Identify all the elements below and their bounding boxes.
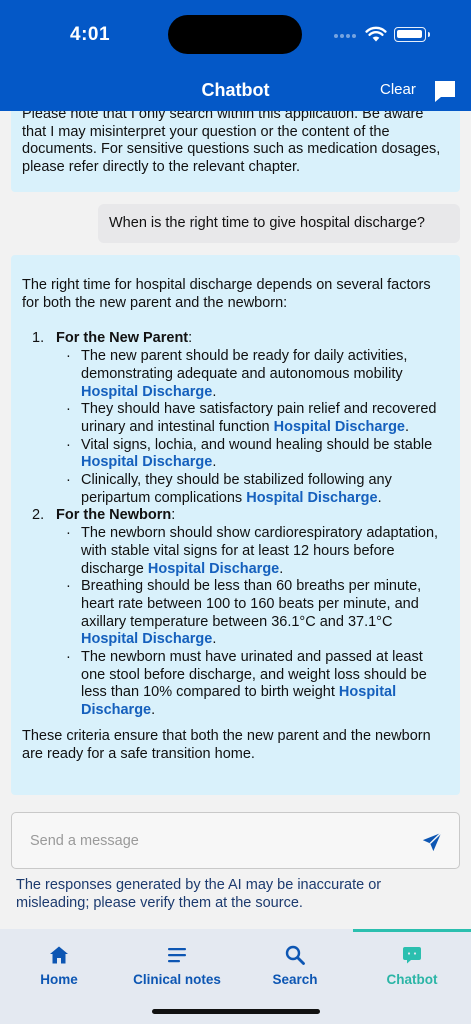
home-icon [50,946,68,964]
clear-button[interactable]: Clear [380,81,416,98]
section-number: 2. [32,507,45,524]
status-time: 4:01 [70,24,111,45]
app-header: 4:01 Chatbot Clear [0,0,471,111]
list-item: They should have satisfactory pain relie… [56,401,449,436]
user-message: When is the right time to give hospital … [98,204,460,243]
home-indicator [152,1009,320,1014]
item-text: Vital signs, lochia, and wound healing s… [81,436,433,453]
list-item: Vital signs, lochia, and wound healing s… [56,437,449,472]
list-item: The newborn should show cardiorespirator… [56,525,449,578]
message-input-container [11,812,460,869]
wifi-icon [365,26,387,42]
list-item: The new parent should be ready for daily… [56,348,449,401]
bot-message-text: that I may misinterpret your question or… [22,123,441,176]
hospital-discharge-link[interactable]: Hospital Discharge [148,561,279,577]
bot-message: The right time for hospital discharge de… [11,255,460,795]
item-end: . [212,631,217,648]
send-icon[interactable] [421,831,443,853]
notes-icon [168,948,186,963]
bot-message: Please note that I only search within th… [11,111,460,192]
nav-label: Search [272,972,318,987]
item-end: . [405,418,410,435]
criteria-section: 2. For the Newborn: The newborn should s… [22,507,449,719]
cellular-signal-icon [334,33,360,39]
hospital-discharge-link[interactable]: Hospital Discharge [246,490,377,506]
item-end: . [279,560,284,577]
criteria-section: 1. For the New Parent: The new parent sh… [22,330,449,507]
chat-bubble-icon[interactable] [433,79,457,103]
hospital-discharge-link[interactable]: Hospital Discharge [81,384,212,400]
criteria-items: The newborn should show cardiorespirator… [56,525,449,720]
nav-item-search[interactable]: Search [236,929,354,999]
search-icon [285,945,305,965]
item-text: Breathing should be less than 60 breaths… [81,578,422,630]
item-end: . [151,702,156,719]
item-text: The new parent should be ready for daily… [81,348,408,382]
status-bar: 4:01 [0,0,471,70]
section-title: For the Newborn [56,507,172,524]
ai-disclaimer: The responses generated by the AI may be… [16,877,382,911]
nav-item-clinical-notes[interactable]: Clinical notes [118,929,236,999]
chat-messages[interactable]: Please note that I only search within th… [0,111,471,799]
criteria-list: 1. For the New Parent: The new parent sh… [22,330,449,719]
bot-message-cut-line: Please note that I only search within th… [22,111,424,122]
hospital-discharge-link[interactable]: Hospital Discharge [81,631,212,647]
dynamic-island [168,15,302,54]
bot-outro: These criteria ensure that both the new … [22,727,431,762]
nav-label: Chatbot [386,972,438,987]
bot-intro: The right time for hospital discharge de… [22,277,431,311]
nav-item-chatbot[interactable]: Chatbot [353,929,471,999]
bottom-nav: Home Clinical notes Search Chatbot [0,929,471,1024]
list-item: Breathing should be less than 60 breaths… [56,578,449,649]
nav-label: Home [40,972,78,987]
item-end: . [377,489,382,506]
battery-tip [428,32,430,37]
hospital-discharge-link[interactable]: Hospital Discharge [274,419,405,435]
nav-label: Clinical notes [133,972,221,987]
chatbot-icon [403,947,421,964]
section-title: For the New Parent [56,330,189,347]
message-input[interactable] [30,813,410,868]
battery-icon [394,27,426,42]
item-end: . [212,454,217,471]
nav-item-home[interactable]: Home [0,929,118,999]
criteria-items: The new parent should be ready for daily… [56,348,449,507]
hospital-discharge-link[interactable]: Hospital Discharge [81,454,212,470]
item-end: . [212,383,217,400]
section-number: 1. [32,330,45,347]
list-item: The newborn must have urinated and passe… [56,649,449,720]
list-item: Clinically, they should be stabilized fo… [56,472,449,507]
